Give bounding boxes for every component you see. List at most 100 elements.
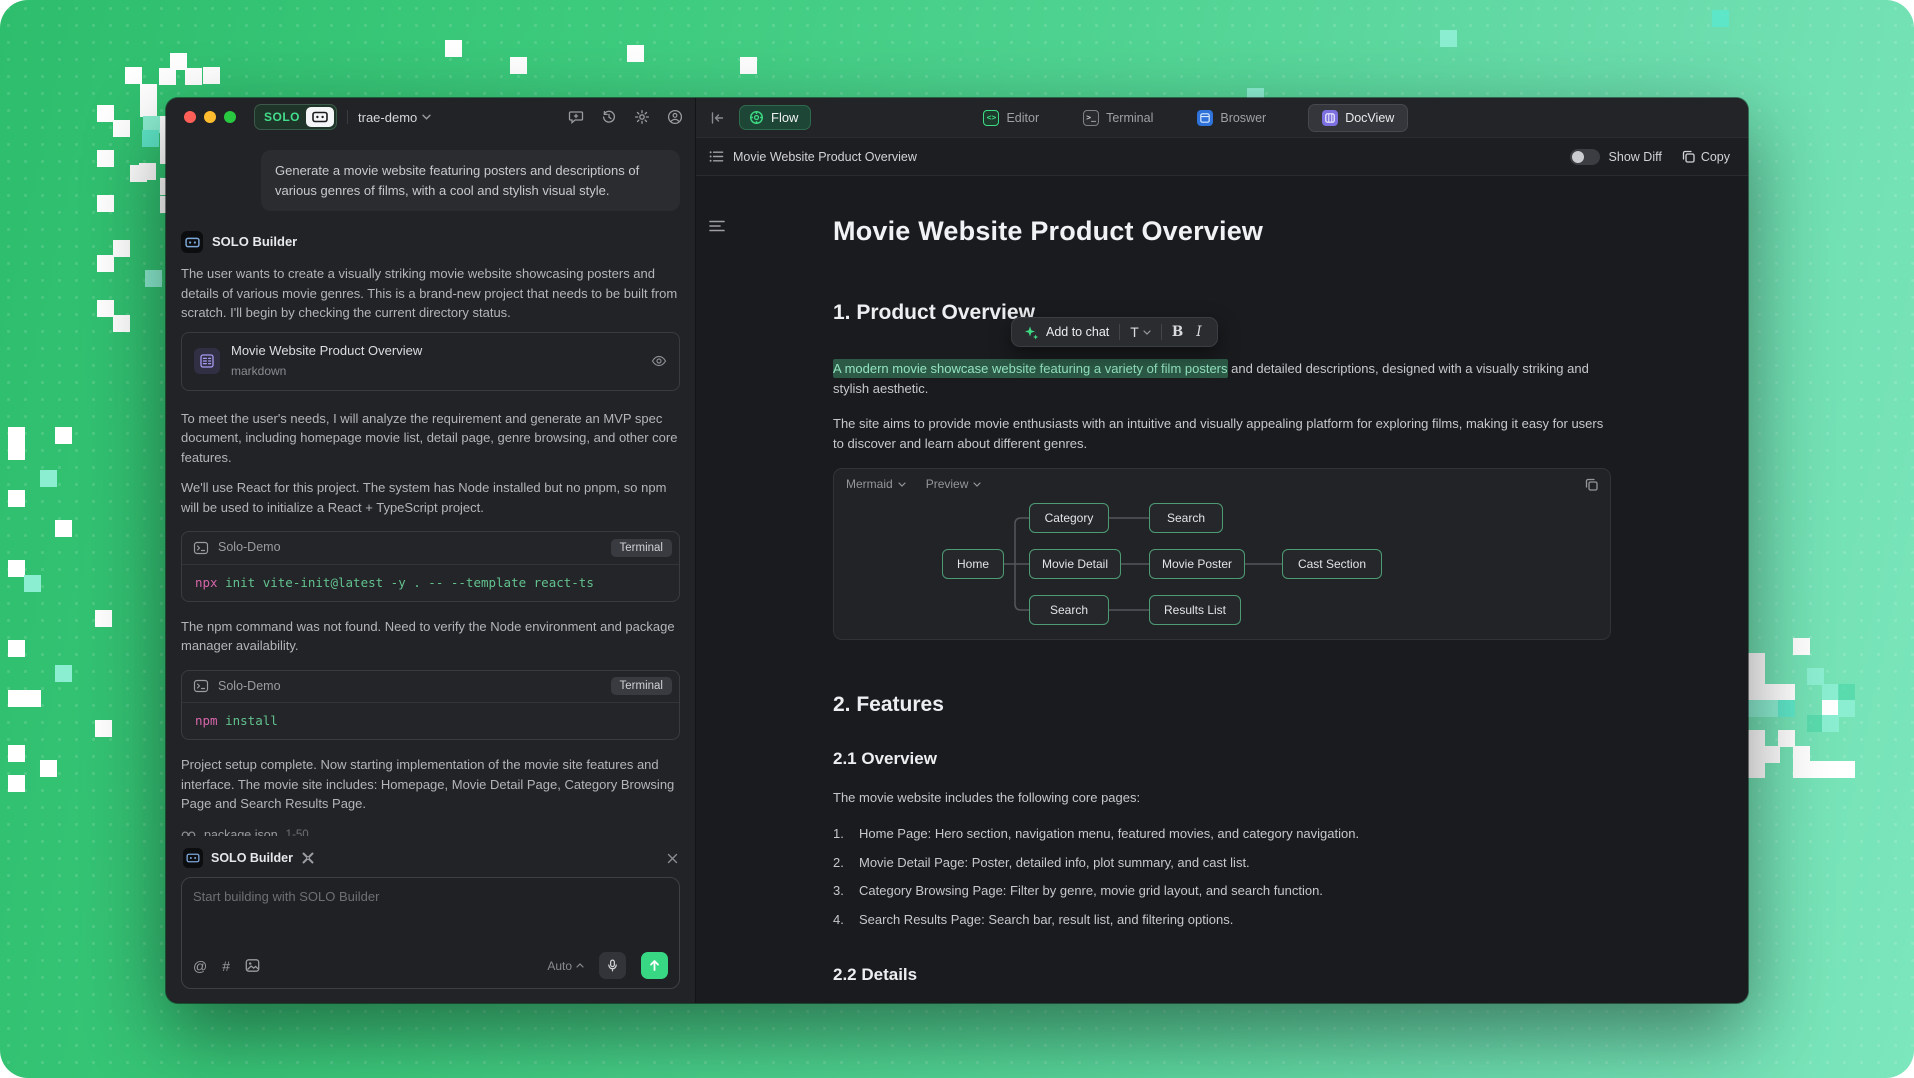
- chevron-up-icon: [576, 963, 584, 968]
- gear-icon: [634, 109, 650, 125]
- account-button[interactable]: [667, 109, 683, 125]
- window-controls: [184, 111, 236, 123]
- doc-content: Movie Website Product Overview 1. Produc…: [833, 214, 1611, 1003]
- context-button[interactable]: #: [222, 958, 230, 974]
- history-button[interactable]: [601, 109, 617, 125]
- preview-eye-icon[interactable]: [651, 353, 667, 369]
- italic-button[interactable]: I: [1193, 324, 1204, 340]
- composer-placeholder: Start building with SOLO Builder: [193, 889, 668, 904]
- terminal-command[interactable]: npm install: [182, 703, 679, 739]
- workbench-panel: Flow <> Editor >_ Terminal: [696, 98, 1748, 1003]
- agent-paragraph: The npm command was not found. Need to v…: [181, 617, 680, 656]
- close-icon: [667, 853, 678, 864]
- trae-app-window: SOLO trae-demo: [166, 98, 1748, 1003]
- tab-flow[interactable]: Flow: [739, 105, 811, 130]
- agent-paragraph: Project setup complete. Now starting imp…: [181, 755, 680, 814]
- doc-title: Movie Website Product Overview: [833, 214, 1611, 248]
- flow-icon: [749, 110, 764, 125]
- node-cast-section[interactable]: Cast Section: [1282, 549, 1382, 579]
- doc-outline-button[interactable]: [709, 220, 725, 232]
- image-upload-button[interactable]: [245, 958, 260, 973]
- doc-actions: Show Diff Copy: [1570, 149, 1730, 165]
- voice-input-button[interactable]: [599, 952, 626, 979]
- sparkle-icon: [1024, 325, 1039, 340]
- doc-artifact-card[interactable]: Movie Website Product Overview markdown: [181, 332, 680, 391]
- new-chat-button[interactable]: [568, 109, 584, 125]
- user-circle-icon: [667, 109, 683, 125]
- minimize-window-button[interactable]: [204, 111, 216, 123]
- workbench-tabbar: Flow <> Editor >_ Terminal: [696, 98, 1748, 138]
- text-style-button[interactable]: T: [1130, 324, 1151, 340]
- copy-doc-button[interactable]: Copy: [1682, 150, 1730, 164]
- close-window-button[interactable]: [184, 111, 196, 123]
- agent-name: SOLO Builder: [212, 232, 297, 252]
- titlebar-actions: [568, 109, 683, 125]
- collapse-left-icon: [710, 111, 725, 125]
- tab-docview[interactable]: DocView: [1308, 104, 1408, 132]
- mermaid-block: Mermaid Preview: [833, 468, 1611, 640]
- terminal-icon: [193, 678, 209, 694]
- project-name: trae-demo: [358, 110, 417, 125]
- divider: [347, 110, 348, 124]
- doc-paragraph: A modern movie showcase website featurin…: [833, 359, 1611, 399]
- node-movie-detail[interactable]: Movie Detail: [1029, 549, 1121, 579]
- model-mode-selector[interactable]: Auto: [547, 959, 584, 973]
- terminal-command[interactable]: npx init vite-init@latest -y . -- --temp…: [182, 565, 679, 601]
- image-icon: [245, 958, 260, 973]
- tab-browser[interactable]: Broswer: [1195, 105, 1268, 131]
- show-diff-label: Show Diff: [1609, 150, 1662, 164]
- composer: SOLO Builder Start building with SOLO Bu…: [166, 836, 695, 1003]
- node-results-list[interactable]: Results List: [1149, 595, 1241, 625]
- terminal-badge[interactable]: Terminal: [611, 677, 672, 695]
- editor-icon: <>: [983, 110, 999, 126]
- copy-icon: [1682, 150, 1695, 163]
- terminal-badge[interactable]: Terminal: [611, 539, 672, 557]
- core-pages-list: 1.Home Page: Hero section, navigation me…: [833, 824, 1611, 930]
- mermaid-header: Mermaid Preview: [834, 469, 1610, 495]
- solo-builder-icon: [183, 848, 203, 868]
- collapse-panel-button[interactable]: [706, 107, 729, 129]
- markdown-doc-icon: [194, 348, 220, 374]
- agent-paragraph: The user wants to create a visually stri…: [181, 264, 680, 323]
- subsection-heading-overview: 2.1 Overview: [833, 748, 1611, 770]
- send-button[interactable]: [641, 952, 668, 979]
- microphone-icon: [606, 959, 619, 972]
- file-link[interactable]: package.json 1-50: [181, 826, 680, 837]
- terminal-card-header: Solo-Demo Terminal: [182, 532, 679, 565]
- copy-diagram-button[interactable]: [1585, 478, 1598, 491]
- highlighted-selection[interactable]: A modern movie showcase website featurin…: [833, 359, 1228, 378]
- chevron-down-icon: [898, 482, 906, 487]
- composer-input[interactable]: Start building with SOLO Builder @ # Aut…: [181, 877, 680, 989]
- bold-button[interactable]: B: [1172, 324, 1183, 340]
- agent-header: SOLO Builder: [181, 231, 680, 253]
- list-item: 1.Home Page: Hero section, navigation me…: [833, 824, 1611, 844]
- history-icon: [601, 109, 617, 125]
- close-composer-button[interactable]: [667, 853, 678, 864]
- node-search-top[interactable]: Search: [1149, 503, 1223, 533]
- flowchart-diagram: Home Category Movie Detail Search Search…: [834, 495, 1610, 635]
- copy-icon: [1585, 478, 1598, 491]
- mention-button[interactable]: @: [193, 958, 207, 974]
- solo-mode-badge[interactable]: SOLO: [254, 104, 337, 130]
- artifact-title: Movie Website Product Overview: [231, 341, 422, 361]
- chevron-down-icon: [422, 114, 431, 120]
- project-selector[interactable]: trae-demo: [358, 110, 431, 125]
- zoom-window-button[interactable]: [224, 111, 236, 123]
- language-selector[interactable]: Mermaid: [846, 477, 906, 491]
- settings-button[interactable]: [634, 109, 650, 125]
- tab-terminal[interactable]: >_ Terminal: [1081, 105, 1155, 131]
- chevron-down-icon: [1143, 330, 1151, 335]
- node-home[interactable]: Home: [942, 549, 1004, 579]
- arrow-up-icon: [648, 959, 661, 972]
- node-category[interactable]: Category: [1029, 503, 1109, 533]
- tab-editor[interactable]: <> Editor: [981, 105, 1041, 131]
- render-mode-selector[interactable]: Preview: [926, 477, 982, 491]
- browser-icon: [1197, 110, 1213, 126]
- node-movie-poster[interactable]: Movie Poster: [1149, 549, 1245, 579]
- solo-chat-panel: SOLO trae-demo: [166, 98, 696, 1003]
- add-to-chat-button[interactable]: Add to chat: [1024, 325, 1109, 340]
- node-search[interactable]: Search: [1029, 595, 1109, 625]
- show-diff-toggle[interactable]: [1570, 149, 1600, 165]
- comment-plus-icon: [568, 109, 584, 125]
- list-item: 3.Category Browsing Page: Filter by genr…: [833, 881, 1611, 901]
